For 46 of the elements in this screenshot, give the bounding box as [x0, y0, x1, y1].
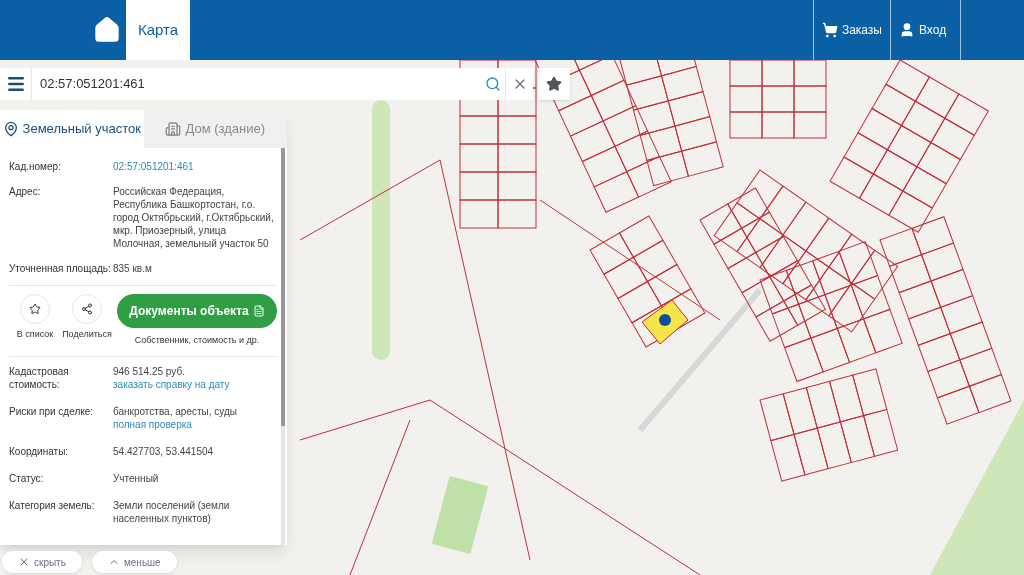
star-icon: [546, 76, 562, 92]
field-label: Категория земель:: [9, 498, 96, 513]
scrollbar[interactable]: [281, 148, 285, 545]
share-icon: [81, 303, 93, 315]
favorite-button[interactable]: [538, 68, 570, 100]
field-label: Адрес:: [9, 185, 42, 199]
login-button[interactable]: Вход: [890, 0, 960, 60]
user-icon: [899, 22, 915, 38]
action-label: Поделиться: [62, 328, 112, 341]
order-link[interactable]: полная проверка: [113, 417, 237, 431]
field-value: банкротства, аресты, суды: [113, 404, 237, 418]
field-label: Риски при сделке:: [9, 404, 95, 419]
star-icon: [29, 303, 41, 315]
document-icon: [252, 305, 265, 317]
field-label: Кад.номер:: [9, 160, 62, 173]
field-value: Российская Федерация, Республика Башкортостан, г.о. город Октябрьский, г.Октябрьский, мкр. Приозерный, улица Молочная, земельный участок 50: [113, 185, 275, 250]
field-value: 54.427703, 53.441504: [113, 444, 214, 458]
pin-icon: [2, 121, 19, 137]
close-icon: [18, 556, 30, 568]
menu-icon: [5, 74, 26, 94]
collapse-button[interactable]: меньше: [91, 551, 177, 573]
order-link[interactable]: заказать справку на дату: [113, 377, 230, 391]
field-value: Учтенный: [113, 471, 159, 485]
action-label: В список: [16, 328, 54, 341]
search-button[interactable]: [481, 68, 505, 100]
home-icon: [93, 16, 121, 44]
field-value: Земли поселений (земли населенных пунктов): [113, 498, 231, 525]
field-label: Кадастровая стоимость:: [9, 364, 70, 391]
search-field[interactable]: 02:57:051201:461: [32, 68, 481, 100]
field-value: 946 514.25 руб.: [113, 364, 186, 378]
documents-note: Собственник, стоимость и др.: [134, 334, 260, 347]
menu-button[interactable]: [0, 68, 32, 100]
hide-button[interactable]: скрыть: [2, 551, 82, 573]
cart-icon: [821, 22, 838, 38]
land-plot-tab[interactable]: Земельный участок: [0, 110, 144, 148]
field-value: 835 кв.м: [113, 262, 152, 275]
documents-button[interactable]: Документы объекта: [117, 294, 277, 328]
cadastral-number-link[interactable]: 02:57:051201:461: [113, 160, 194, 173]
search-icon: [485, 76, 501, 92]
building-tab[interactable]: Дом (здание): [143, 110, 287, 148]
field-label: Уточненная площадь:: [9, 262, 112, 275]
orders-button[interactable]: Заказы: [812, 0, 890, 60]
building-icon: [165, 121, 182, 137]
field-label: Координаты:: [9, 444, 70, 458]
field-label: Статус:: [9, 471, 45, 485]
map-tab[interactable]: Карта: [126, 0, 191, 60]
